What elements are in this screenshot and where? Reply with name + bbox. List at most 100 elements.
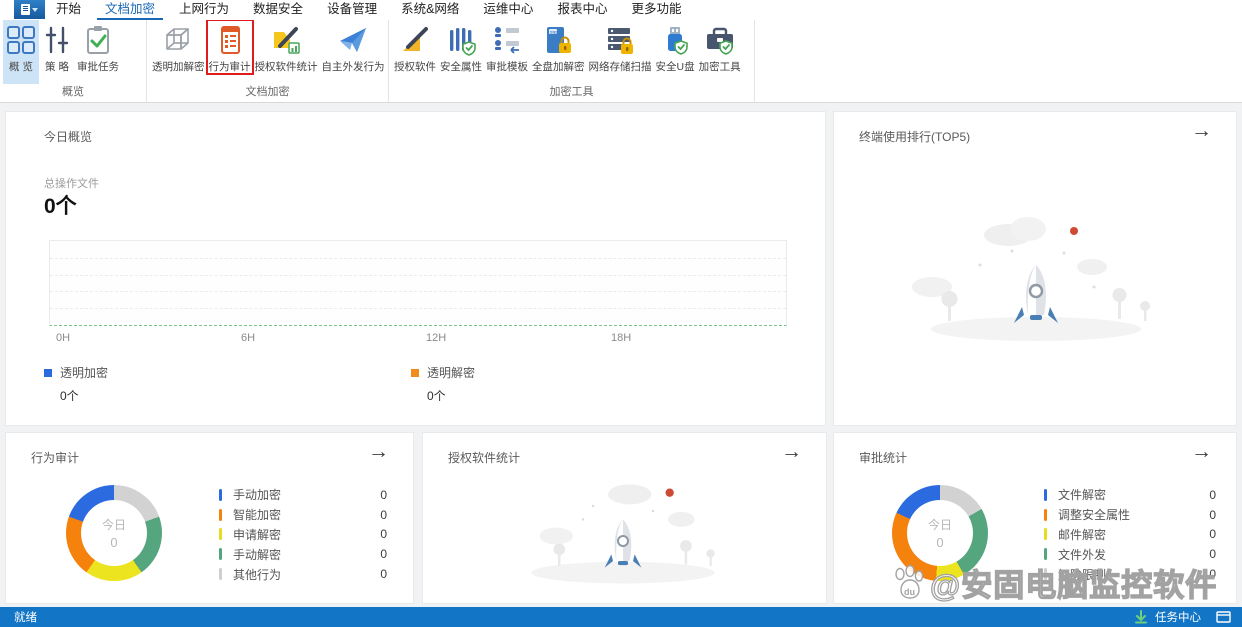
legend-value: 0 [380, 567, 387, 582]
legend-value: 0个 [60, 389, 79, 403]
total-files-value: 0个 [44, 195, 77, 218]
empty-state-illustration [531, 484, 715, 584]
download-arrow-icon [1135, 610, 1147, 624]
legend-swatch [44, 368, 52, 377]
network-storage-scan-icon [608, 28, 633, 54]
card-title: 行为审计 [31, 451, 80, 465]
x-tick: 12H [426, 332, 447, 344]
menu-bar: 开始 文档加密 上网行为 数据安全 设备管理 系统&网络 运维中心 报表中心 更… [0, 0, 1242, 20]
tab-ops-center[interactable]: 运维中心 [475, 0, 541, 20]
card-title: 终端使用排行(TOP5) [859, 130, 971, 144]
legend-swatch [219, 488, 222, 501]
legend-value: 0 [1209, 507, 1216, 522]
donut-center: 今日 0 [907, 500, 973, 566]
card-title: 授权软件统计 [448, 451, 521, 465]
legend-swatch [219, 568, 222, 581]
behavior-audit-list-icon [220, 26, 240, 54]
ribbon-secure-usb-button[interactable]: 安全U盘 [654, 20, 697, 74]
legend-label: 透明解密 [427, 366, 476, 380]
ribbon-authorized-software-button[interactable]: 授权软件 [392, 20, 438, 74]
ribbon-group-label: 概览 [62, 86, 84, 98]
outgoing-plane-icon [340, 28, 366, 52]
ribbon-policy-button[interactable]: 策 略 [39, 20, 75, 74]
empty-state-illustration [912, 217, 1150, 341]
ribbon-label: 全盘加解密 [532, 61, 585, 73]
legend-row: 调整安全属性 0 [1044, 505, 1216, 525]
legend-value: 0 [1209, 527, 1216, 542]
donut-center: 今日 0 [81, 500, 147, 566]
arrow-right-icon[interactable]: → [781, 441, 802, 462]
authorized-software-icon [403, 27, 428, 51]
ribbon-overview-button[interactable]: 概 览 [3, 20, 39, 84]
legend-transparent-decrypt: 透明解密 0个 [411, 364, 475, 404]
status-bar: 就绪 任务中心 [0, 607, 1242, 627]
authorized-software-stats-icon [274, 27, 300, 54]
policy-sliders-icon [45, 26, 69, 54]
main-menu-tabs: 开始 文档加密 上网行为 数据安全 设备管理 系统&网络 运维中心 报表中心 更… [48, 0, 697, 20]
tab-doc-encryption[interactable]: 文档加密 [97, 0, 163, 20]
legend-label: 申请解密 [233, 527, 282, 542]
legend-label: 透明加密 [60, 366, 109, 380]
behavior-audit-donut-chart: 今日 0 [66, 485, 162, 581]
tab-home[interactable]: 开始 [48, 0, 89, 20]
tab-internet-behavior[interactable]: 上网行为 [171, 0, 237, 20]
ribbon-crypt-tools-button[interactable]: 加密工具 [697, 20, 743, 74]
donut-center-label: 今日 [101, 518, 126, 532]
approval-task-clipboard-icon [87, 26, 109, 54]
tab-report-center[interactable]: 报表中心 [549, 0, 615, 20]
legend-label: 文件外发 [1058, 547, 1107, 562]
ribbon-approval-template-button[interactable]: 审批模板 [484, 20, 530, 74]
tab-system-network[interactable]: 系统&网络 [393, 0, 467, 20]
legend-swatch [411, 368, 419, 377]
full-disk-crypt-icon: SSD [547, 27, 572, 53]
today-activity-chart [49, 240, 787, 326]
legend-label: 调整安全属性 [1058, 508, 1131, 523]
ribbon-label: 透明加解密 [152, 61, 205, 73]
ribbon-label: 自主外发行为 [321, 61, 385, 73]
task-center-button[interactable]: 任务中心 [1134, 609, 1232, 625]
legend-row: 邮件解密 0 [1044, 525, 1216, 545]
ribbon-full-disk-crypt-button[interactable]: SSD 全盘加解密 [530, 20, 587, 74]
tab-data-security[interactable]: 数据安全 [245, 0, 311, 20]
ribbon-security-attributes-button[interactable]: 安全属性 [438, 20, 484, 74]
donut-center-label: 今日 [927, 518, 952, 532]
legend-value: 0 [380, 547, 387, 562]
arrow-right-icon[interactable]: → [368, 441, 389, 462]
ribbon-behavior-audit-button[interactable]: 行为审计 [205, 19, 254, 75]
ribbon-group-doc-encryption: 透明加解密 行为审计 授权软件统计 自主外发行为 文档加密 [147, 19, 389, 102]
ribbon-label: 策 略 [45, 61, 69, 73]
donut-center-value: 0 [110, 535, 118, 550]
legend-row: 解除限制 0 [1044, 564, 1216, 584]
legend-swatch [219, 508, 222, 521]
ribbon-label: 安全U盘 [655, 61, 695, 73]
legend-row: 手动解密 0 [219, 544, 387, 564]
ribbon-authorized-software-stats-button[interactable]: 授权软件统计 [253, 20, 320, 74]
ribbon-label: 网络存储扫描 [588, 61, 652, 73]
behavior-audit-legend: 手动加密 0 智能加密 0 申请解密 0 手动解密 0 其他行为 0 [219, 485, 387, 584]
ribbon-transparent-crypt-button[interactable]: 透明加解密 [150, 20, 207, 74]
approval-stats-donut-chart: 今日 0 [892, 485, 988, 581]
app-logo-icon [21, 4, 30, 15]
legend-label: 手动加密 [233, 488, 282, 503]
window-icon[interactable] [1216, 611, 1232, 623]
card-title: 审批统计 [859, 451, 908, 465]
ribbon-outgoing-behavior-button[interactable]: 自主外发行为 [320, 20, 387, 74]
legend-label: 其他行为 [233, 567, 282, 582]
legend-value: 0 [380, 507, 387, 522]
legend-value: 0个 [427, 389, 446, 403]
ribbon-group-overview: 概 览 策 略 审批任务 概览 [0, 20, 147, 102]
x-axis-ticks: 0H 6H 12H 18H [49, 332, 787, 346]
ribbon-label: 安全属性 [440, 61, 482, 73]
app-menu-button[interactable] [14, 0, 45, 19]
ribbon-label: 审批模板 [486, 61, 528, 73]
arrow-right-icon[interactable]: → [1191, 120, 1212, 141]
ribbon-approval-tasks-button[interactable]: 审批任务 [75, 20, 121, 74]
legend-label: 手动解密 [233, 547, 282, 562]
tab-more-features[interactable]: 更多功能 [623, 0, 689, 20]
arrow-right-icon[interactable]: → [1191, 441, 1212, 462]
tab-device-management[interactable]: 设备管理 [319, 0, 385, 20]
transparent-crypt-cube-icon [166, 28, 190, 50]
legend-row: 申请解密 0 [219, 525, 387, 545]
status-ready-text: 就绪 [14, 612, 37, 624]
ribbon-network-storage-scan-button[interactable]: 网络存储扫描 [587, 20, 654, 74]
